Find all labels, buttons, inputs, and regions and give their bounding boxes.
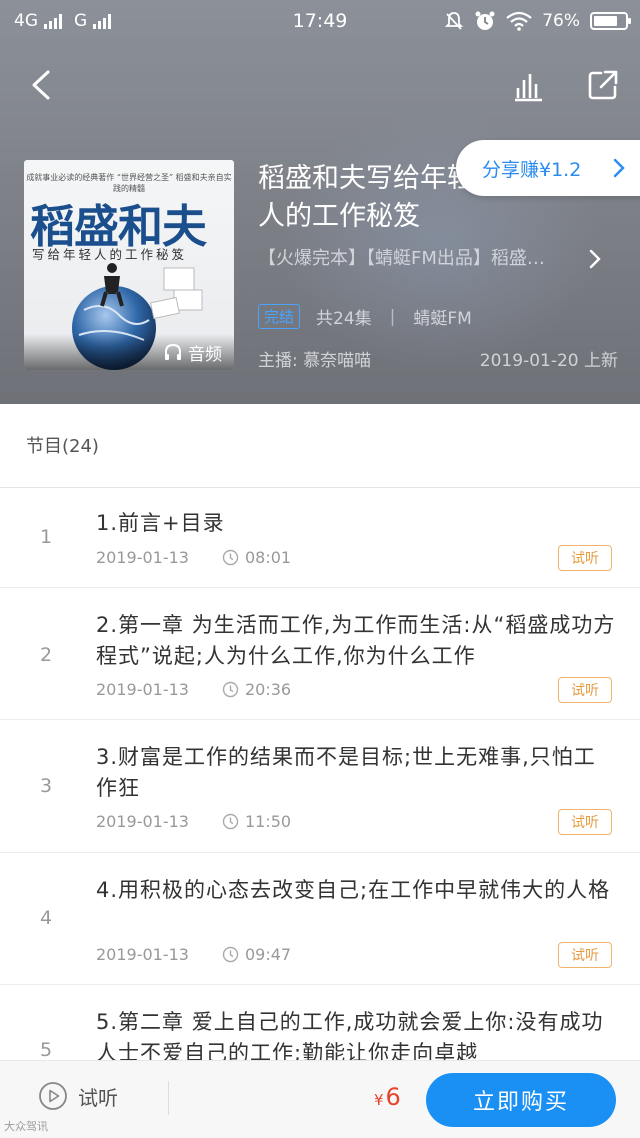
episode-number: 3 (40, 775, 53, 797)
album-cover[interactable]: 成就事业必读的经典著作 “世界经营之圣” 稻盛和夫亲自实践的精髓 稻盛和夫 写给… (24, 160, 234, 370)
episode-list-header: 节目(24) (0, 404, 640, 488)
episode-number: 1 (40, 526, 53, 548)
try-listen-button[interactable]: 试听 (558, 545, 612, 571)
duration-text: 08:01 (245, 548, 292, 567)
list-item[interactable]: 3 3.财富是工作的结果而不是目标;世上无难事,只怕工作狂 2019-01-13… (0, 720, 640, 853)
mute-notification-icon (445, 12, 464, 30)
host-row: 主播: 慕奈喵喵 2019-01-20 上新 (258, 346, 618, 371)
episode-date: 2019-01-13 (96, 945, 189, 964)
audio-label: 音频 (188, 344, 222, 365)
battery-percent: 76% (542, 11, 580, 31)
episode-title: 1.前言+目录 (96, 511, 225, 535)
episode-duration: 20:36 (222, 680, 291, 699)
try-listen-button[interactable]: 试听 (558, 942, 612, 968)
try-listen-button[interactable]: 试听 (558, 677, 612, 703)
clock-icon (222, 946, 239, 963)
album-header: 4G G 17:49 76% 成就事业必读的经典著作 “世界经营之圣” 稻盛和夫… (0, 0, 640, 404)
episode-duration: 09:47 (222, 945, 291, 964)
album-description[interactable]: 【火爆完本】【蜻蜓FM出品】稻盛和夫写给年轻人的工作秘笈 (258, 244, 558, 270)
platform-name: 蜻蜓FM (413, 309, 472, 329)
episode-number: 4 (40, 907, 53, 929)
episode-count: 共24集 (316, 309, 372, 329)
battery-icon (590, 12, 631, 30)
try-listen-button[interactable]: 试听 (558, 809, 612, 835)
clock-icon (222, 549, 239, 566)
episode-date: 2019-01-13 (96, 812, 189, 831)
wifi-icon (506, 11, 532, 31)
audio-type-tag: 音频 (24, 334, 234, 370)
list-item[interactable]: 2 2.第一章 为生活而工作,为工作而生活:从“稻盛成功方程式”说起;人为什么工… (0, 588, 640, 720)
share-earn-label: 分享赚¥1.2 (482, 158, 582, 181)
episode-date: 2019-01-13 (96, 548, 189, 567)
preview-label: 试听 (78, 1085, 118, 1110)
duration-text: 11:50 (245, 812, 292, 831)
play-circle-icon (39, 1082, 67, 1110)
currency-symbol: ¥ (374, 1091, 384, 1109)
back-arrow-icon[interactable] (26, 66, 62, 104)
list-item[interactable]: 1 1.前言+目录 2019-01-13 08:01 试听 (0, 488, 640, 588)
duration-text: 20:36 (245, 680, 292, 699)
price-value: 6 (385, 1083, 401, 1111)
episode-list-title: 节目(24) (26, 436, 99, 457)
list-item[interactable]: 4 4.用积极的心态去改变自己;在工作中早就伟大的人格 2019-01-13 0… (0, 853, 640, 985)
episode-title: 3.财富是工作的结果而不是目标;世上无难事,只怕工作狂 (96, 745, 596, 800)
battery-fill (594, 16, 617, 26)
episode-number: 2 (40, 644, 53, 666)
episode-list: 1 1.前言+目录 2019-01-13 08:01 试听 2 2.第一章 为生… (0, 488, 640, 1105)
alarm-icon (475, 11, 495, 30)
share-external-icon[interactable] (586, 68, 620, 102)
episode-date: 2019-01-13 (96, 680, 189, 699)
clock-icon (222, 681, 239, 698)
episode-title: 2.第一章 为生活而工作,为工作而生活:从“稻盛成功方程式”说起;人为什么工作,… (96, 613, 616, 668)
episode-duration: 11:50 (222, 812, 291, 831)
duration-text: 09:47 (245, 945, 292, 964)
update-date: 2019-01-20 上新 (479, 351, 618, 371)
album-meta: 完结 共24集 | 蜻蜓FM (258, 304, 472, 329)
preview-button[interactable]: 试听 (38, 1081, 118, 1111)
episode-number: 5 (40, 1039, 53, 1061)
host-name[interactable]: 主播: 慕奈喵喵 (258, 351, 371, 371)
share-earn-button[interactable]: 分享赚¥1.2 (456, 140, 640, 196)
buy-now-button[interactable]: 立即购买 (426, 1073, 616, 1127)
price: ¥6 (374, 1083, 401, 1111)
headphones-icon (165, 343, 181, 360)
chevron-right-icon[interactable] (588, 248, 602, 270)
episode-title: 4.用积极的心态去改变自己;在工作中早就伟大的人格 (96, 878, 611, 902)
watermark-text: 大众驾讯 (4, 1120, 48, 1133)
episode-duration: 08:01 (222, 548, 291, 567)
status-badge: 完结 (258, 304, 301, 329)
purchase-bar: 试听 ¥6 立即购买 (0, 1060, 640, 1138)
meta-separator: | (389, 306, 396, 327)
status-bar: 4G G 17:49 76% (0, 0, 640, 44)
divider (168, 1081, 169, 1115)
clock-icon (222, 813, 239, 830)
chevron-right-icon (613, 158, 625, 178)
ranking-chart-icon[interactable] (512, 70, 544, 102)
